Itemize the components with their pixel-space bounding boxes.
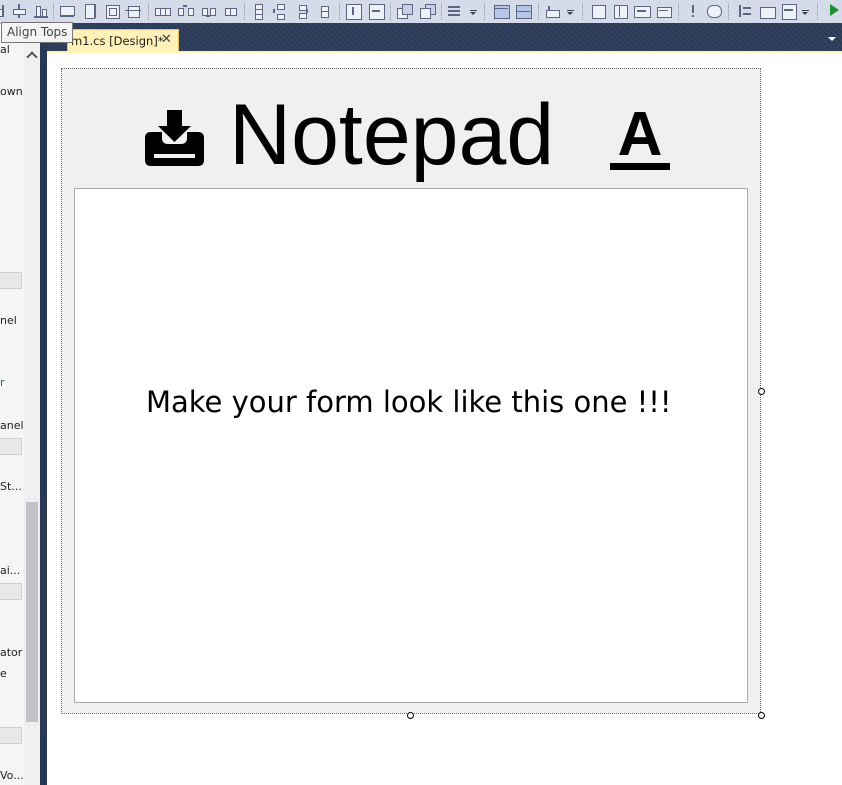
vertical-spacing-remove-icon[interactable] <box>316 3 332 19</box>
toolbox-item-label[interactable]: r <box>0 376 5 389</box>
table-grid-icon[interactable] <box>515 3 532 19</box>
align-tops-tooltip: Align Tops <box>1 22 74 43</box>
toolbox-item-label[interactable]: St... <box>0 480 22 493</box>
panel-splitter[interactable] <box>40 23 47 785</box>
notepad-textarea[interactable]: Make your form look like this one !!! <box>74 188 748 703</box>
horizontal-spacing-remove-icon[interactable] <box>222 3 238 19</box>
sql-icon[interactable] <box>634 3 651 19</box>
toolbox-category-header[interactable] <box>0 272 22 289</box>
toolbox-category-header[interactable] <box>0 438 22 455</box>
textarea-content: Make your form look like this one !!! <box>146 385 672 419</box>
tab-form1-design[interactable]: m1.cs [Design]* ✕ <box>67 29 179 52</box>
toolbox-item-label[interactable]: own <box>0 85 23 98</box>
toolbox-item-label[interactable]: ator <box>0 646 22 659</box>
vertical-spacing-decrease-icon[interactable] <box>294 3 310 19</box>
results-icon[interactable] <box>656 3 672 19</box>
chevron-up-icon[interactable] <box>26 51 38 63</box>
toolbox-item-label[interactable]: Vo... <box>0 769 24 782</box>
designer-toolbar <box>0 0 842 24</box>
resize-handle-bottom[interactable] <box>407 712 414 719</box>
toolbox-category-header[interactable] <box>0 727 22 744</box>
sql-verify-icon[interactable] <box>706 3 722 19</box>
make-same-size-icon[interactable] <box>104 3 120 19</box>
font-icon-letter: A <box>618 105 663 169</box>
horizontal-spacing-equal-icon[interactable] <box>154 3 171 19</box>
toolbox-item-label[interactable]: anel <box>0 419 24 432</box>
center-horizontally-icon[interactable] <box>345 3 362 20</box>
table-icon[interactable] <box>612 3 628 19</box>
table-layout-icon[interactable] <box>781 3 797 20</box>
horizontal-spacing-increase-icon[interactable] <box>177 3 194 19</box>
verify-icon[interactable] <box>685 3 701 19</box>
run-icon[interactable] <box>830 4 839 16</box>
toolbox-category-header[interactable] <box>0 583 22 600</box>
app-title: Notepad <box>229 87 555 183</box>
toolbox-item-label[interactable]: al <box>0 43 10 56</box>
eraser-icon[interactable] <box>544 3 560 19</box>
tab-overflow-chevron-down-icon[interactable] <box>828 37 836 41</box>
align-centers-icon[interactable] <box>11 3 27 19</box>
toolbox-item-label[interactable]: nel <box>0 314 17 327</box>
align-bottoms-icon[interactable] <box>33 3 49 19</box>
window-icon[interactable] <box>590 3 606 19</box>
vertical-spacing-equal-icon[interactable] <box>250 3 266 20</box>
close-icon[interactable]: ✕ <box>161 32 172 47</box>
property-pages-icon[interactable] <box>737 3 753 19</box>
document-tab-strip: m1.cs [Design]* ✕ <box>47 23 842 52</box>
table-grid-icon[interactable] <box>493 3 510 19</box>
send-to-back-icon[interactable] <box>419 3 436 19</box>
toolbox-panel: al own nel r anel St... ai... ator e Vo.… <box>0 41 40 785</box>
align-lefts-icon[interactable] <box>0 3 10 19</box>
tab-order-icon[interactable] <box>447 3 463 19</box>
tab-order-dropdown-icon[interactable] <box>470 10 477 17</box>
font-underline-icon[interactable]: A <box>609 105 671 171</box>
toolbox-item-label[interactable]: ai... <box>0 564 20 577</box>
resize-handle-right[interactable] <box>758 388 765 395</box>
scrollbar-thumb[interactable] <box>26 502 38 722</box>
vertical-spacing-increase-icon[interactable] <box>272 3 288 20</box>
horizontal-spacing-decrease-icon[interactable] <box>200 3 216 19</box>
center-vertically-icon[interactable] <box>368 3 385 20</box>
group-icon[interactable] <box>759 3 776 19</box>
save-download-icon[interactable] <box>145 110 204 166</box>
toolbox-scrollbar[interactable] <box>24 41 40 785</box>
bring-to-front-icon[interactable] <box>396 3 413 19</box>
make-same-height-icon[interactable] <box>82 3 98 19</box>
make-same-width-icon[interactable] <box>59 3 75 19</box>
eraser-dropdown-icon[interactable] <box>567 10 574 17</box>
size-to-grid-icon[interactable] <box>125 3 141 19</box>
resize-handle-bottom-right[interactable] <box>758 712 765 719</box>
layout-dropdown-icon[interactable] <box>802 10 809 17</box>
tab-title: m1.cs [Design]* <box>71 34 164 48</box>
toolbox-item-label[interactable]: e <box>0 667 7 680</box>
